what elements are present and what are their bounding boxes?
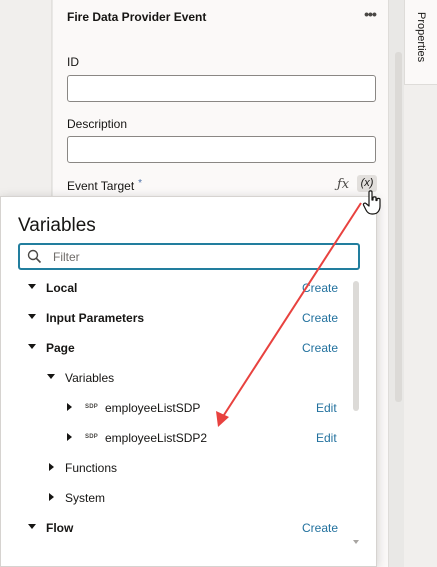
variable-name: employeeListSDP — [105, 401, 201, 415]
caret-right-icon[interactable] — [67, 433, 72, 441]
tree-node-label: Functions — [65, 461, 118, 475]
create-input-parameter-link[interactable]: Create — [302, 311, 338, 325]
create-local-link[interactable]: Create — [302, 281, 338, 295]
tree-node-system[interactable]: System — [1, 487, 351, 509]
tree-item-employeelistsdp[interactable]: SDP employeeListSDP Edit — [1, 397, 351, 419]
event-target-label-text: Event Target — [67, 179, 135, 193]
caret-down-icon[interactable] — [28, 344, 36, 349]
tree-node-input-parameters[interactable]: Input Parameters Create — [1, 307, 351, 329]
sdp-type-icon: SDP — [85, 434, 98, 440]
search-icon — [27, 249, 42, 264]
tree-node-variables[interactable]: Variables — [1, 367, 351, 389]
create-page-link[interactable]: Create — [302, 341, 338, 355]
sdp-type-icon: SDP — [85, 404, 98, 410]
tree-node-label: Input Parameters — [46, 311, 145, 325]
edit-variable-link[interactable]: Edit — [316, 401, 337, 415]
description-field[interactable] — [67, 136, 376, 163]
tree-node-flow[interactable]: Flow Create — [1, 517, 351, 539]
id-label: ID — [67, 55, 79, 69]
tree-node-label: Flow — [46, 521, 74, 535]
tree-node-label: System — [65, 491, 106, 505]
required-mark: * — [138, 178, 143, 189]
caret-down-icon[interactable] — [28, 284, 36, 289]
caret-right-icon[interactable] — [67, 403, 72, 411]
caret-down-icon[interactable] — [28, 314, 36, 319]
tree-node-page[interactable]: Page Create — [1, 337, 351, 359]
caret-right-icon[interactable] — [49, 493, 54, 501]
caret-down-icon[interactable] — [28, 524, 36, 529]
tree-item-employeelistsdp2[interactable]: SDP employeeListSDP2 Edit — [1, 427, 351, 449]
edit-variable-link[interactable]: Edit — [316, 431, 337, 445]
event-target-label: Event Target * — [67, 178, 143, 193]
id-field[interactable] — [67, 75, 376, 102]
filter-box — [18, 243, 360, 270]
tree-node-label: Local — [46, 281, 78, 295]
panel-title: Fire Data Provider Event — [67, 10, 207, 24]
right-tab-rail — [404, 0, 437, 567]
tab-properties-label: Properties — [415, 12, 427, 63]
tree-node-label: Variables — [65, 371, 115, 385]
hand-cursor-icon — [362, 190, 381, 215]
tree-node-label: Page — [46, 341, 75, 355]
caret-down-icon[interactable] — [47, 374, 55, 379]
popup-scrollbar[interactable] — [353, 281, 359, 411]
tree-node-local[interactable]: Local Create — [1, 277, 351, 299]
variables-popup: Variables Local Create Input Parameters … — [0, 196, 377, 567]
description-label: Description — [67, 117, 128, 131]
variable-name: employeeListSDP2 — [105, 431, 208, 445]
tab-properties[interactable]: Properties — [404, 0, 437, 85]
fx-icon[interactable]: ƒx — [337, 177, 349, 192]
panel-scrollbar[interactable] — [395, 52, 402, 402]
popup-title: Variables — [18, 215, 96, 236]
caret-right-icon[interactable] — [49, 463, 54, 471]
scroll-down-icon[interactable] — [353, 540, 359, 544]
create-flow-link[interactable]: Create — [302, 521, 338, 535]
filter-input[interactable] — [53, 247, 343, 267]
more-actions-icon[interactable]: ••• — [359, 7, 381, 24]
tree-node-functions[interactable]: Functions — [1, 457, 351, 479]
